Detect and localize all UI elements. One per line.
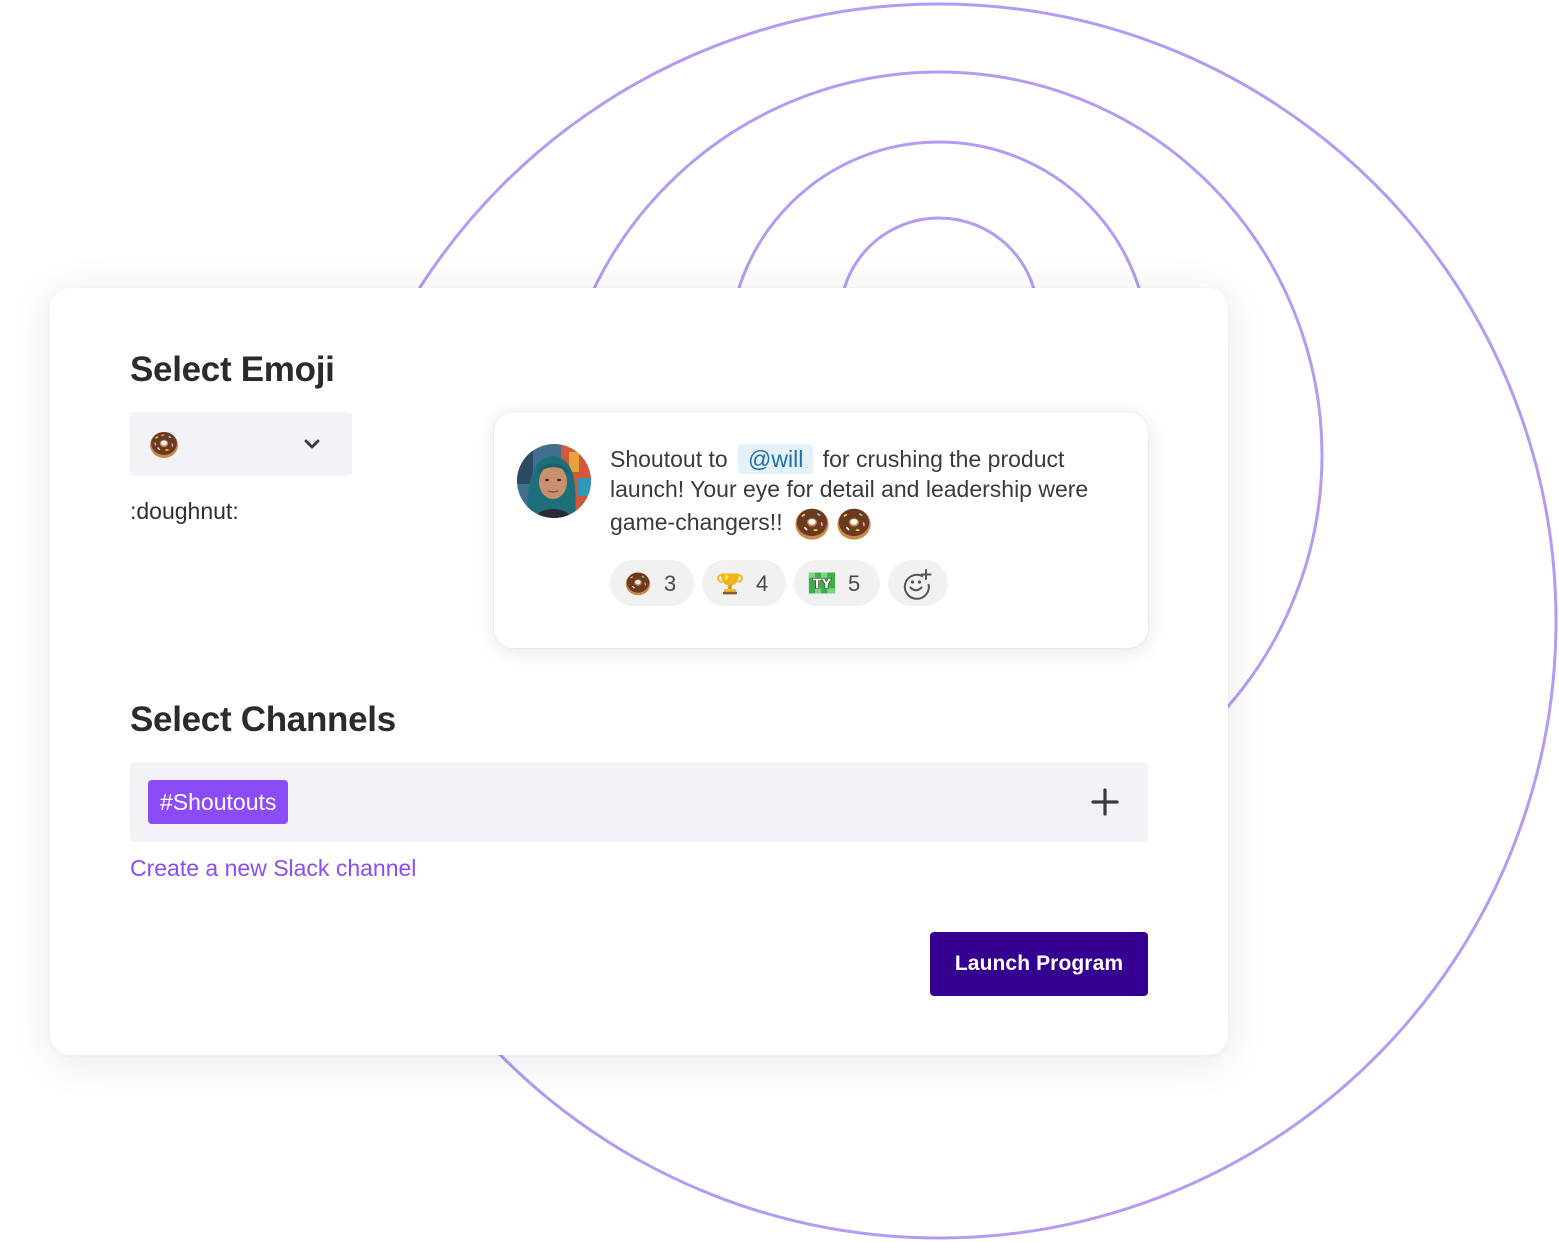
reaction-ty[interactable]: TY 5 (794, 560, 880, 606)
channel-tag-shoutouts[interactable]: #Shoutouts (148, 780, 289, 824)
reaction-count: 3 (664, 571, 677, 596)
user-mention[interactable]: @will (738, 444, 814, 474)
add-reaction-icon (903, 569, 932, 600)
program-setup-card: Select Emoji :doughnut: Shoutout to @wil… (50, 288, 1228, 1055)
avatar (517, 444, 591, 518)
launch-program-button[interactable]: Launch Program (930, 932, 1148, 996)
avatar-photo (517, 444, 591, 518)
reaction-trophy[interactable]: 4 (702, 560, 786, 606)
create-slack-channel-link[interactable]: Create a new Slack channel (130, 855, 416, 882)
page: Select Emoji :doughnut: Shoutout to @wil… (0, 0, 1559, 1242)
add-reaction-button[interactable] (888, 560, 948, 606)
reaction-count: 5 (848, 571, 861, 596)
select-channels-heading: Select Channels (130, 700, 396, 739)
doughnut-icon (837, 508, 871, 540)
message-preview: Shoutout to @will for crushing the produ… (494, 412, 1148, 648)
emoji-dropdown[interactable] (130, 412, 352, 476)
emoji-shortcode: :doughnut: (130, 498, 239, 524)
reaction-doughnut[interactable]: 3 (610, 560, 694, 606)
reaction-count: 4 (756, 571, 769, 596)
plus-icon[interactable] (1088, 785, 1122, 819)
doughnut-icon (150, 432, 178, 458)
svg-text:TY: TY (813, 577, 832, 592)
channel-selector[interactable]: #Shoutouts (130, 762, 1148, 842)
select-emoji-heading: Select Emoji (130, 350, 335, 389)
message-text-before: Shoutout to (610, 446, 728, 472)
doughnut-icon (625, 572, 651, 596)
doughnut-icon (795, 508, 829, 540)
chevron-down-icon (304, 439, 320, 449)
ty-icon: TY (808, 572, 836, 594)
trophy-icon (717, 573, 743, 595)
message-text: Shoutout to @will for crushing the produ… (610, 444, 1120, 542)
